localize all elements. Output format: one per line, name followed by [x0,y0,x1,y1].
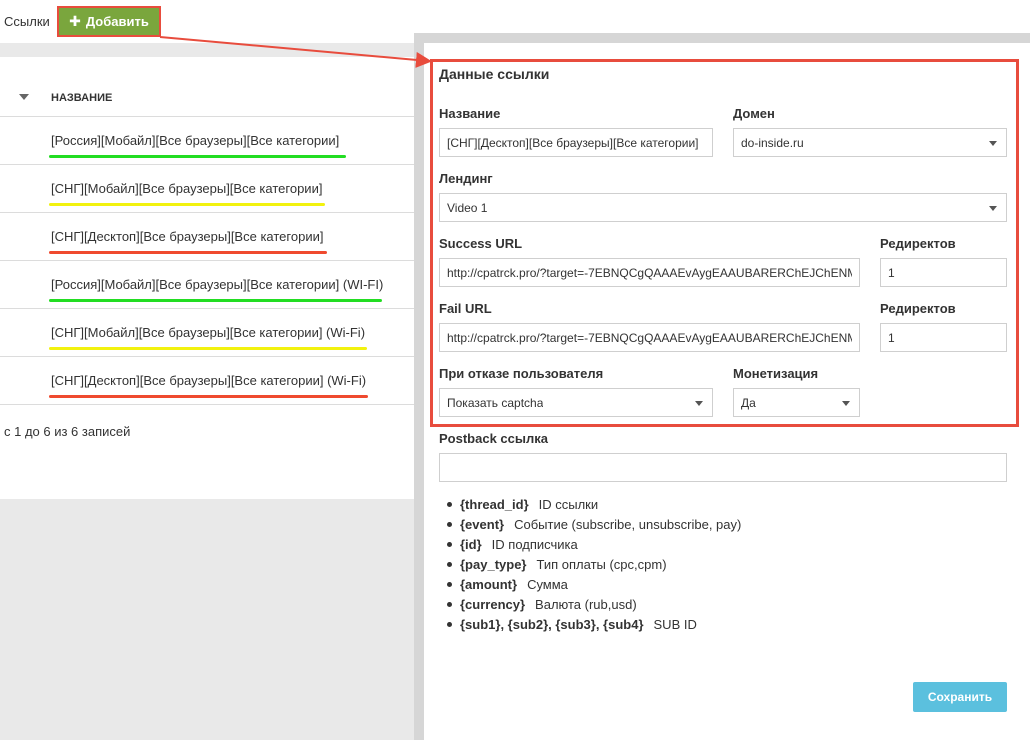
row-name[interactable]: [Россия][Мобайл][Все браузеры][Все катег… [51,133,339,148]
chevron-down-icon [989,141,997,146]
row-marker [49,155,346,158]
row-marker [49,251,327,254]
success-redirects-label: Редиректов [880,236,956,251]
table-row[interactable]: [Россия][Мобайл][Все браузеры][Все катег… [0,117,414,165]
success-redirects-input[interactable]: 1 [880,258,1007,287]
on-reject-label: При отказе пользователя [439,366,604,381]
fail-url-input[interactable]: http://cpatrck.pro/?target=-7EBNQCgQAAAE… [439,323,860,352]
on-reject-value: Показать captcha [447,395,544,410]
fail-redirects-input[interactable]: 1 [880,323,1007,352]
column-header-name[interactable]: НАЗВАНИЕ [51,92,112,104]
domain-select-value: do-inside.ru [741,135,804,150]
table-header: НАЗВАНИЕ [0,80,414,117]
row-name[interactable]: [СНГ][Мобайл][Все браузеры][Все категори… [51,181,322,196]
add-button-label: Добавить [85,14,149,29]
postback-macros-list: {thread_id} ID ссылки {event} Событие (sub… [447,494,741,634]
fail-redirects-label: Редиректов [880,301,956,316]
postback-label: Postback ссылка [439,431,548,446]
fail-url-label: Fail URL [439,301,492,316]
row-marker [49,203,325,206]
name-input[interactable]: [СНГ][Десктоп][Все браузеры][Все категор… [439,128,713,157]
success-url-value: http://cpatrck.pro/?target=-7EBNQCgQAAAE… [447,265,852,280]
row-name[interactable]: [Россия][Мобайл][Все браузеры][Все катег… [51,277,383,292]
name-input-value: [СНГ][Десктоп][Все браузеры][Все категор… [447,135,699,150]
table-row[interactable]: [Россия][Мобайл][Все браузеры][Все катег… [0,261,414,309]
success-url-input[interactable]: http://cpatrck.pro/?target=-7EBNQCgQAAAE… [439,258,860,287]
table-row[interactable]: [СНГ][Мобайл][Все браузеры][Все категори… [0,165,414,213]
list-item: {event} Событие (subscribe, unsubscribe, … [447,514,741,534]
table-row[interactable]: [СНГ][Десктоп][Все браузеры][Все категор… [0,357,414,405]
list-item: {currency} Валюта (rub,usd) [447,594,741,614]
chevron-down-icon [695,401,703,406]
form-title: Данные ссылки [439,66,550,82]
breadcrumb[interactable]: Ссылки [4,14,50,29]
list-item: {thread_id} ID ссылки [447,494,741,514]
row-name[interactable]: [СНГ][Десктоп][Все браузеры][Все категор… [51,373,366,388]
monetization-value: Да [741,395,756,410]
row-name[interactable]: [СНГ][Мобайл][Все браузеры][Все категори… [51,325,365,340]
success-url-label: Success URL [439,236,523,251]
fail-url-value: http://cpatrck.pro/?target=-7EBNQCgQAAAE… [447,330,852,345]
monetization-label: Монетизация [733,366,819,381]
success-redirects-value: 1 [888,265,895,280]
chevron-down-icon [842,401,850,406]
records-info: с 1 до 6 из 6 записей [4,424,131,439]
row-marker [49,347,367,350]
list-item: {sub1}, {sub2}, {sub3}, {sub4} SUB ID [447,614,741,634]
domain-select[interactable]: do-inside.ru [733,128,1007,157]
table-row[interactable]: [СНГ][Мобайл][Все браузеры][Все категори… [0,309,414,357]
plus-icon: ✚ [69,13,81,29]
save-button[interactable]: Сохранить [913,682,1007,712]
postback-input[interactable] [439,453,1007,482]
row-marker [49,395,368,398]
list-item: {id} ID подписчика [447,534,741,554]
on-reject-select[interactable]: Показать captcha [439,388,713,417]
list-item: {amount} Сумма [447,574,741,594]
landing-select[interactable]: Video 1 [439,193,1007,222]
monetization-select[interactable]: Да [733,388,860,417]
row-name[interactable]: [СНГ][Десктоп][Все браузеры][Все категор… [51,229,323,244]
landing-select-value: Video 1 [447,200,488,215]
landing-label: Лендинг [439,171,493,186]
links-table: НАЗВАНИЕ [Россия][Мобайл][Все браузеры][… [0,57,414,499]
domain-label: Домен [733,106,775,121]
sort-caret-icon[interactable] [19,94,29,100]
fail-redirects-value: 1 [888,330,895,345]
name-label: Название [439,106,501,121]
chevron-down-icon [989,206,997,211]
add-button[interactable]: ✚ Добавить [57,6,161,37]
row-marker [49,299,382,302]
list-item: {pay_type} Тип оплаты (cpc,cpm) [447,554,741,574]
table-row[interactable]: [СНГ][Десктоп][Все браузеры][Все категор… [0,213,414,261]
